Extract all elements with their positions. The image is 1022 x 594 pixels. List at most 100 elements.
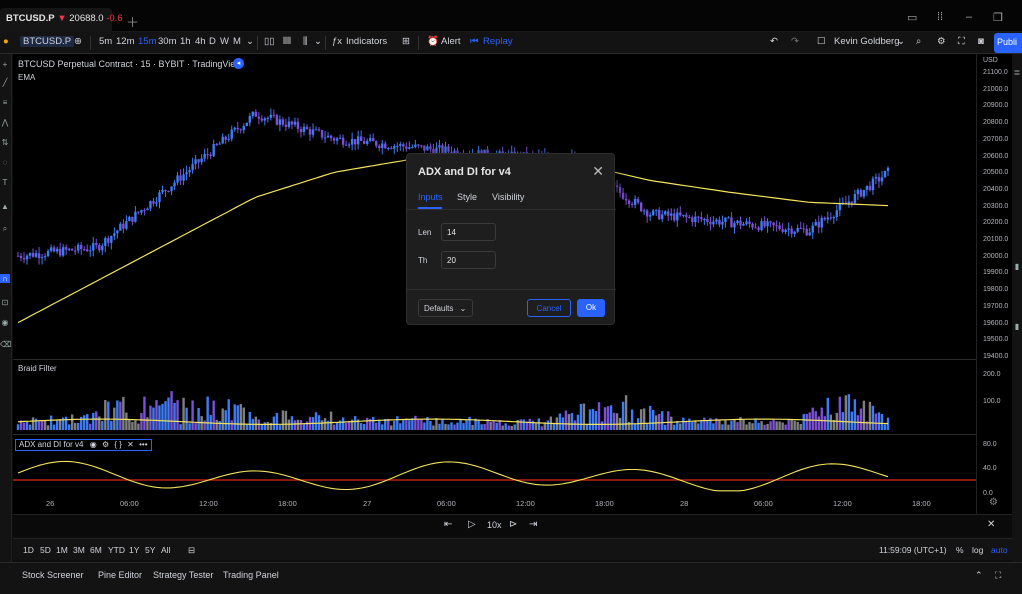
camera-icon[interactable]: ◙	[978, 36, 984, 47]
shapes-icon[interactable]: ◌	[0, 158, 10, 167]
chart-type-dropdown-icon[interactable]: ⌄	[314, 36, 322, 47]
adx-legend[interactable]: ADX and DI for v4 ◉ ⚙ { } ✕ •••	[15, 439, 152, 451]
zoom-icon[interactable]: ⌕	[0, 224, 10, 234]
tab-stock-screener[interactable]: Stock Screener	[22, 570, 84, 580]
minimize-icon[interactable]: –	[966, 11, 972, 23]
interval-d[interactable]: D	[209, 36, 216, 47]
crosshair-icon[interactable]: +	[0, 60, 10, 69]
templates-icon[interactable]: ⊞	[402, 36, 410, 47]
fullscreen-icon[interactable]: ⛶	[958, 36, 965, 47]
price-axis[interactable]: USD 21100.0 21000.0 20900.0 20800.0 20700.0 2…	[976, 54, 1012, 514]
tab-visibility[interactable]: Visibility	[492, 192, 524, 202]
interval-12m[interactable]: 12m	[116, 36, 134, 47]
source-code-icon[interactable]: { }	[114, 440, 122, 449]
trendline-icon[interactable]: ╱	[0, 78, 10, 87]
magnet-icon[interactable]: ∩	[0, 274, 10, 283]
step-forward-icon[interactable]: ⊳	[509, 519, 517, 530]
range-6m[interactable]: 6M	[90, 545, 102, 555]
restore-icon[interactable]: ❐	[993, 11, 1003, 24]
interval-1h[interactable]: 1h	[180, 36, 191, 47]
user-name[interactable]: Kevin Goldberg	[834, 36, 899, 47]
interval-4h[interactable]: 4h	[195, 36, 206, 47]
time-axis[interactable]: 26 06:00 12:00 18:00 27 06:00 12:00 18:0…	[13, 494, 976, 514]
compare-add-icon[interactable]: ⊕	[74, 36, 82, 47]
more-icon[interactable]: •••	[139, 440, 147, 449]
settings-icon[interactable]: ⚙	[937, 36, 946, 47]
user-dropdown-icon[interactable]: ⌄	[897, 36, 905, 47]
trash-icon[interactable]: ⌫	[0, 340, 11, 349]
range-1d[interactable]: 1D	[23, 545, 34, 555]
clock-time[interactable]: 11:59:09 (UTC+1)	[879, 545, 947, 555]
interval-dropdown-icon[interactable]: ⌄	[246, 36, 254, 47]
text-icon[interactable]: T	[0, 178, 10, 187]
fib-icon[interactable]: ≡	[0, 98, 10, 107]
close-icon[interactable]: ✕	[592, 163, 604, 180]
alert-button[interactable]: Alert	[441, 36, 461, 47]
replay-button[interactable]: Replay	[483, 36, 513, 47]
chart-type-icon[interactable]: ⫼	[303, 36, 307, 47]
pane-separator[interactable]	[13, 359, 1012, 360]
layout-icon[interactable]: ▭	[907, 11, 917, 24]
live-status-icon[interactable]: ◂	[233, 58, 244, 69]
lock-icon[interactable]: ⊡	[0, 298, 10, 307]
tab-inputs[interactable]: Inputs	[418, 192, 443, 202]
defaults-dropdown[interactable]: Defaults ⌄	[418, 299, 473, 317]
indicators-icon[interactable]: ƒx	[332, 36, 342, 47]
pattern-icon[interactable]: ⋀	[0, 118, 10, 127]
percent-toggle[interactable]: %	[956, 545, 964, 555]
range-ytd[interactable]: YTD	[108, 545, 125, 555]
range-all[interactable]: All	[161, 545, 170, 555]
publish-button[interactable]: Publi	[994, 33, 1022, 53]
hide-icon[interactable]: ◉	[0, 318, 10, 327]
range-3m[interactable]: 3M	[73, 545, 85, 555]
watchlist-icon[interactable]: ≣	[1012, 68, 1022, 77]
grid-icon[interactable]: ⁞⁞	[937, 11, 943, 23]
undo-icon[interactable]: ↶	[770, 36, 778, 47]
maximize-panel-icon[interactable]: ⛶	[995, 570, 1001, 581]
alert-icon[interactable]: ⏰	[427, 36, 439, 47]
goto-date-icon[interactable]: ⊟	[188, 545, 195, 556]
search-icon[interactable]: ⌕	[916, 36, 921, 47]
symbol-search[interactable]: BTCUSD.P	[20, 36, 75, 47]
tab-trading-panel[interactable]: Trading Panel	[223, 570, 279, 580]
len-input[interactable]	[441, 223, 496, 241]
chat-icon[interactable]: ▮	[1012, 322, 1022, 331]
candle-type-icon[interactable]: ▯▯	[264, 36, 274, 47]
currency-label[interactable]: USD	[983, 57, 998, 64]
range-5d[interactable]: 5D	[40, 545, 51, 555]
th-input[interactable]	[441, 251, 496, 269]
bar-style-icon[interactable]: ⫴⫴	[283, 36, 291, 47]
range-5y[interactable]: 5Y	[145, 545, 155, 555]
redo-icon[interactable]: ↷	[791, 36, 799, 47]
interval-w[interactable]: W	[220, 36, 229, 47]
alerts-panel-icon[interactable]: ▮	[1012, 262, 1022, 271]
replay-icon[interactable]: ⏮	[470, 36, 479, 47]
cancel-button[interactable]: Cancel	[527, 299, 571, 317]
forecast-icon[interactable]: ⇅	[0, 138, 10, 147]
tab-style[interactable]: Style	[457, 192, 477, 202]
interval-15m[interactable]: 15m	[138, 36, 156, 47]
collapse-icon[interactable]: ⌃	[975, 570, 983, 581]
replay-select-bar-icon[interactable]: ⇤	[444, 519, 452, 530]
chart-tab[interactable]: BTCUSD.P ▼ 20688.0 -0.6	[0, 8, 123, 32]
auto-toggle[interactable]: auto	[991, 545, 1008, 555]
play-icon[interactable]: ▷	[468, 519, 476, 530]
indicators-button[interactable]: Indicators	[346, 36, 387, 47]
log-toggle[interactable]: log	[972, 545, 983, 555]
replay-speed[interactable]: 10x	[487, 520, 502, 530]
range-1y[interactable]: 1Y	[129, 545, 139, 555]
tab-strategy-tester[interactable]: Strategy Tester	[153, 570, 213, 580]
range-1m[interactable]: 1M	[56, 545, 68, 555]
visibility-icon[interactable]: ◉	[90, 440, 97, 449]
measure-icon[interactable]: ▲	[0, 202, 10, 211]
interval-m[interactable]: M	[233, 36, 241, 47]
close-replay-icon[interactable]: ✕	[987, 519, 995, 530]
interval-5m[interactable]: 5m	[99, 36, 112, 47]
layout-box-icon[interactable]: ☐	[817, 36, 826, 47]
remove-icon[interactable]: ✕	[127, 440, 134, 449]
add-tab-icon[interactable]: ＋	[126, 12, 139, 31]
interval-30m[interactable]: 30m	[158, 36, 176, 47]
jump-realtime-icon[interactable]: ⇥	[529, 519, 537, 530]
axis-settings-icon[interactable]: ⚙	[989, 497, 998, 508]
settings-icon[interactable]: ⚙	[102, 440, 109, 449]
